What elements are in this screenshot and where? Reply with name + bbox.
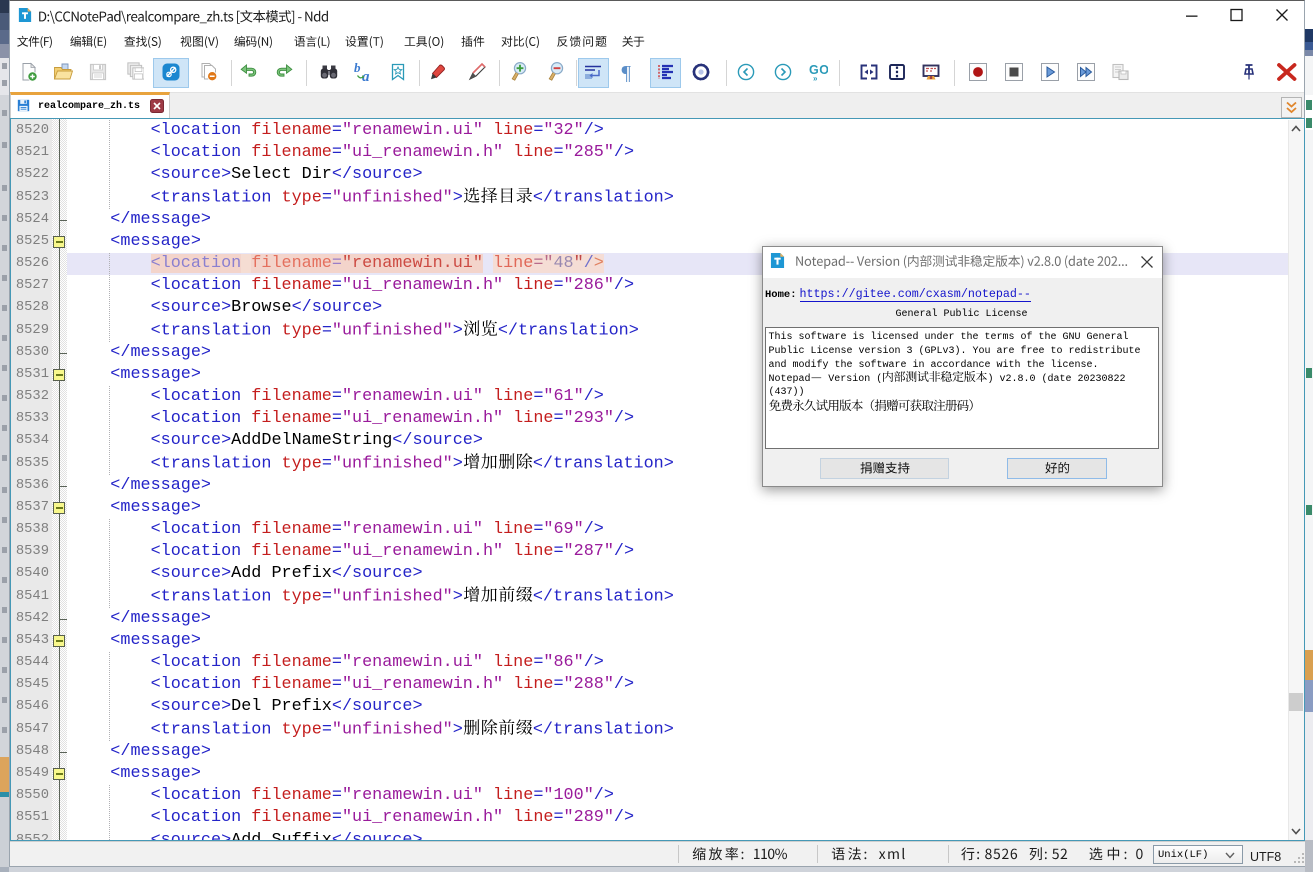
svg-text:»: » bbox=[813, 74, 818, 82]
svg-text:¶: ¶ bbox=[622, 62, 632, 82]
svg-text:a: a bbox=[362, 69, 370, 82]
svg-text:b: b bbox=[354, 62, 361, 75]
svg-text:GO: GO bbox=[809, 63, 828, 77]
